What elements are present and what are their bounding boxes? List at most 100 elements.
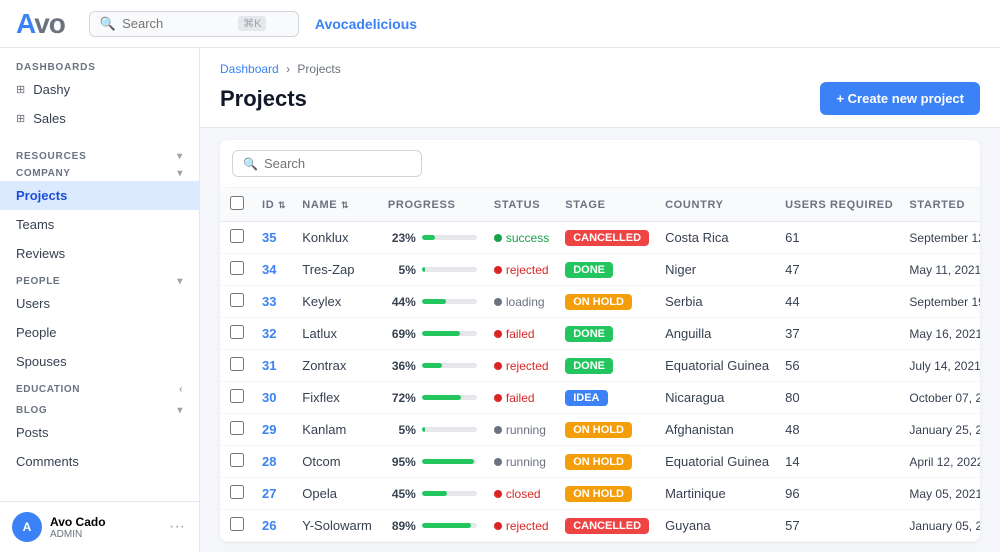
sidebar-section-resources: RESOURCES ▾ COMPANY ▾ Projects Teams Rev… (0, 141, 199, 480)
create-project-button[interactable]: + Create new project (820, 82, 980, 115)
chevron-left-icon[interactable]: ‹ (179, 384, 183, 395)
search-shortcut: ⌘K (238, 16, 266, 31)
id-link[interactable]: 26 (262, 518, 276, 533)
user-name: Avo Cado (50, 515, 159, 529)
section-label-resources: RESOURCES ▾ (0, 145, 199, 164)
users-required-cell: 61 (777, 222, 901, 254)
subsection-label-people: PEOPLE ▾ (0, 268, 199, 289)
status-cell: rejected (486, 254, 557, 286)
table-row: 26 Y-Solowarm 89% rejected CANCELLED Guy… (220, 510, 980, 542)
sidebar-item-dashy[interactable]: ⊞ Dashy (0, 75, 199, 104)
sidebar-item-users[interactable]: Users (0, 289, 199, 318)
sidebar-item-sales[interactable]: ⊞ Sales (0, 104, 199, 133)
started-cell: May 05, 2021 18... (901, 478, 980, 510)
table-row: 31 Zontrax 36% rejected DONE Equatorial … (220, 350, 980, 382)
row-checkbox[interactable] (230, 293, 244, 307)
more-options-button[interactable]: ··· (167, 516, 187, 538)
grid-icon: ⊞ (16, 83, 25, 96)
chevron-down-icon[interactable]: ▾ (177, 151, 183, 162)
started-cell: May 11, 2021 18... (901, 254, 980, 286)
col-stage: STAGE (557, 188, 657, 222)
id-link[interactable]: 34 (262, 262, 276, 277)
status-cell: closed (486, 478, 557, 510)
row-checkbox[interactable] (230, 229, 244, 243)
id-link[interactable]: 27 (262, 486, 276, 501)
sidebar-item-comments[interactable]: Comments (0, 447, 199, 476)
id-link[interactable]: 31 (262, 358, 276, 373)
row-checkbox[interactable] (230, 453, 244, 467)
sidebar-item-posts[interactable]: Posts (0, 418, 199, 447)
row-checkbox[interactable] (230, 421, 244, 435)
name-cell: Zontrax (294, 350, 380, 382)
table-row: 27 Opela 45% closed ON HOLD Martinique 9… (220, 478, 980, 510)
sort-icon: ⇅ (278, 200, 286, 210)
progress-cell: 45% (380, 478, 486, 510)
status-cell: rejected (486, 350, 557, 382)
nav-link-avocadelicious[interactable]: Avocadelicious (315, 16, 417, 32)
sidebar-item-label: Projects (16, 188, 67, 203)
col-started: STARTED (901, 188, 980, 222)
country-cell: Anguilla (657, 318, 777, 350)
sidebar-item-reviews[interactable]: Reviews (0, 239, 199, 268)
progress-cell: 72% (380, 382, 486, 414)
chevron-icon-blog[interactable]: ▾ (177, 405, 183, 416)
users-required-cell: 14 (777, 446, 901, 478)
name-cell: Latlux (294, 318, 380, 350)
col-id[interactable]: ID ⇅ (254, 188, 294, 222)
id-link[interactable]: 33 (262, 294, 276, 309)
sidebar-item-teams[interactable]: Teams (0, 210, 199, 239)
row-checkbox[interactable] (230, 485, 244, 499)
sidebar-item-people[interactable]: People (0, 318, 199, 347)
page-header: Dashboard › Projects Projects + Create n… (200, 48, 1000, 128)
subsection-label-company: COMPANY ▾ (0, 164, 199, 181)
select-all-checkbox[interactable] (230, 196, 244, 210)
sidebar-item-projects[interactable]: Projects (0, 181, 199, 210)
country-cell: Afghanistan (657, 414, 777, 446)
search-input[interactable] (122, 16, 232, 31)
id-link[interactable]: 29 (262, 422, 276, 437)
stage-cell: DONE (557, 350, 657, 382)
progress-cell: 5% (380, 254, 486, 286)
stage-cell: ON HOLD (557, 446, 657, 478)
status-cell: success (486, 222, 557, 254)
id-link[interactable]: 28 (262, 454, 276, 469)
name-cell: Y-Solowarm (294, 510, 380, 542)
row-checkbox[interactable] (230, 325, 244, 339)
name-cell: Keylex (294, 286, 380, 318)
sidebar-item-label: People (16, 325, 56, 340)
row-checkbox[interactable] (230, 389, 244, 403)
id-link[interactable]: 35 (262, 230, 276, 245)
row-checkbox[interactable] (230, 357, 244, 371)
grid-icon-2: ⊞ (16, 112, 25, 125)
progress-cell: 36% (380, 350, 486, 382)
chevron-icon-company[interactable]: ▾ (177, 168, 183, 179)
table-row: 30 Fixflex 72% failed IDEA Nicaragua 80 … (220, 382, 980, 414)
breadcrumb-dashboard[interactable]: Dashboard (220, 62, 279, 76)
progress-cell: 89% (380, 510, 486, 542)
chevron-icon-people[interactable]: ▾ (177, 276, 183, 287)
col-name[interactable]: NAME ⇅ (294, 188, 380, 222)
id-link[interactable]: 30 (262, 390, 276, 405)
stage-cell: DONE (557, 254, 657, 286)
resources-label: RESOURCES (16, 151, 87, 162)
subsection-label-blog: BLOG ▾ (0, 397, 199, 418)
sidebar-item-label: Posts (16, 425, 49, 440)
country-cell: Guyana (657, 510, 777, 542)
top-search-bar[interactable]: 🔍 ⌘K (89, 11, 299, 37)
status-cell: rejected (486, 510, 557, 542)
table-search-bar[interactable]: 🔍 (232, 150, 422, 177)
table-search-input[interactable] (264, 156, 404, 171)
row-checkbox[interactable] (230, 517, 244, 531)
progress-cell: 44% (380, 286, 486, 318)
users-required-cell: 57 (777, 510, 901, 542)
users-required-cell: 47 (777, 254, 901, 286)
breadcrumb-separator: › (286, 62, 293, 76)
progress-cell: 5% (380, 414, 486, 446)
row-checkbox[interactable] (230, 261, 244, 275)
sidebar-item-spouses[interactable]: Spouses (0, 347, 199, 376)
user-info: Avo Cado ADMIN (50, 515, 159, 540)
country-cell: Equatorial Guinea (657, 350, 777, 382)
users-required-cell: 96 (777, 478, 901, 510)
main-content: Dashboard › Projects Projects + Create n… (200, 48, 1000, 552)
id-link[interactable]: 32 (262, 326, 276, 341)
